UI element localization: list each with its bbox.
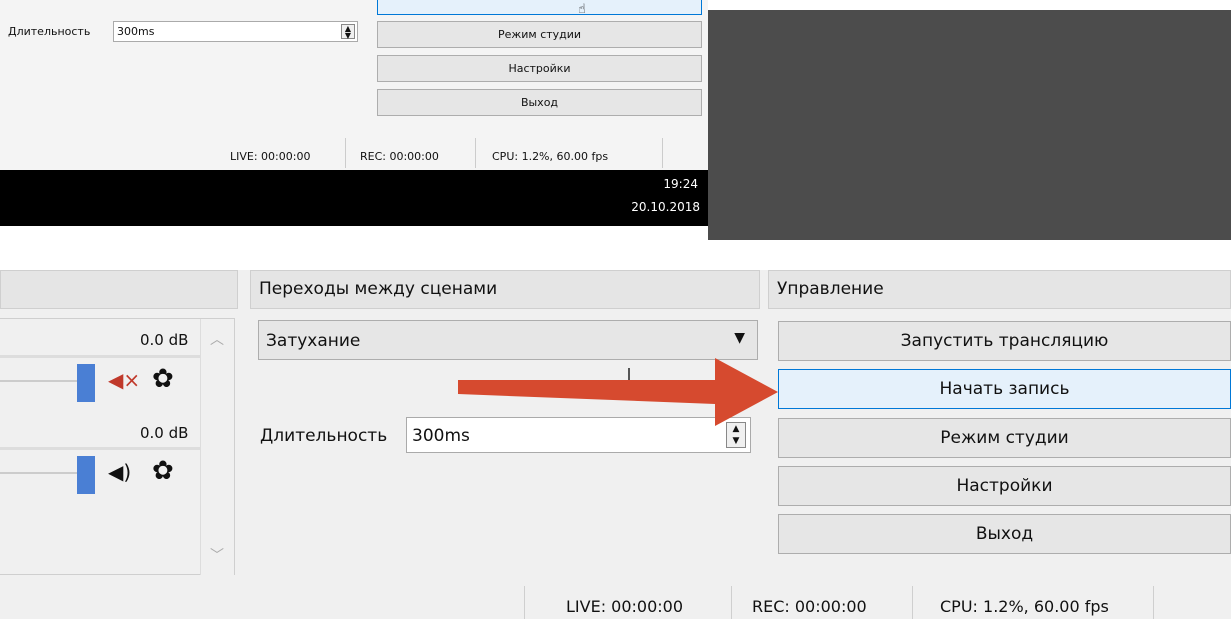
transitions-header: Переходы между сценами [250,270,760,309]
taskbar: 19:24 20.10.2018 [0,170,708,226]
chevron-down-icon[interactable]: ﹀ [210,545,224,565]
live-status: LIVE: 00:00:00 [566,597,684,616]
mute-icon[interactable]: ◀× [108,368,140,392]
chevron-up-icon[interactable]: ︿ [210,329,224,349]
start-streaming-button[interactable]: Запустить трансляцию [778,321,1231,361]
taskbar-date: 20.10.2018 [631,200,700,214]
gear-icon[interactable]: ✿ [152,364,174,394]
mixer-header [0,270,238,309]
mixer-scrollbar[interactable]: ︿ ﹀ [200,319,234,575]
taskbar-time: 19:24 [663,177,698,191]
controls-header: Управление [768,270,1231,309]
gear-icon[interactable]: ✿ [152,456,174,486]
studio-mode-button[interactable]: Режим студии [778,418,1231,458]
inner-duration-label: Длительность [8,25,91,38]
inner-screenshot: Длительность 300ms ▲ ▼ ☝ Режим студии Нас… [0,0,708,170]
audio-mixer-panel: 0.0 dB ◀× ✿ 0.0 dB ◀) ✿ ︿ ﹀ [0,318,235,575]
channel-1-slider-handle[interactable] [77,364,95,402]
inner-status-separator [662,138,663,168]
arrow-shape [458,358,778,426]
exit-button[interactable]: Выход [778,514,1231,554]
preview-area [708,10,1231,240]
inner-live-status: LIVE: 00:00:00 [230,150,311,163]
inner-studio-mode-button[interactable]: Режим студии [377,21,702,48]
status-separator [731,586,732,619]
status-separator [1153,586,1154,619]
channel-1-level: 0.0 dB [140,331,189,349]
transition-selected-value: Затухание [266,331,361,351]
transition-duration-label: Длительность [260,426,388,446]
spin-arrows-icon[interactable]: ▲ ▼ [341,24,355,40]
cpu-status: CPU: 1.2%, 60.00 fps [940,597,1109,616]
settings-button[interactable]: Настройки [778,466,1231,506]
inner-rec-status: REC: 00:00:00 [360,150,439,163]
inner-status-separator [345,138,346,168]
start-recording-button[interactable]: Начать запись [778,369,1231,409]
channel-1-meter [0,355,200,358]
inner-record-button[interactable] [377,0,702,15]
inner-duration-value: 300ms [117,25,155,38]
speaker-icon[interactable]: ◀) [108,460,131,484]
channel-2-meter [0,447,200,450]
channel-2-slider-handle[interactable] [77,456,95,494]
channel-2-slider-track[interactable] [0,472,80,474]
annotation-arrow [458,358,778,426]
inner-settings-button[interactable]: Настройки [377,55,702,82]
channel-2-level: 0.0 dB [140,424,189,442]
inner-exit-button[interactable]: Выход [377,89,702,116]
inner-cpu-status: CPU: 1.2%, 60.00 fps [492,150,609,163]
cursor-icon: ☝ [578,2,586,17]
inner-status-separator [475,138,476,168]
rec-status: REC: 00:00:00 [752,597,867,616]
inner-duration-field[interactable]: 300ms ▲ ▼ [113,21,358,42]
channel-1-slider-track[interactable] [0,380,80,382]
status-separator [524,586,525,619]
window-divider [0,240,1231,270]
dropdown-arrow-icon[interactable]: ▼ [734,330,745,346]
status-separator [912,586,913,619]
